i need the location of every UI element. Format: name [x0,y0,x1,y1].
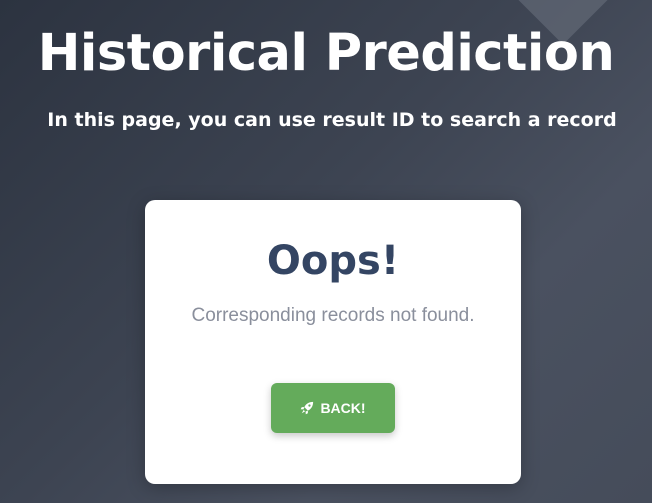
page-title: Historical Prediction [37,24,615,83]
back-button-label: BACK! [320,400,366,416]
page-subtitle: In this page, you can use result ID to s… [47,109,617,131]
not-found-card: Oops! Corresponding records not found. B… [145,200,521,484]
back-button[interactable]: BACK! [271,383,395,433]
card-title: Oops! [266,238,400,284]
page: { "header": { "title": "Historical Predi… [0,0,652,503]
rocket-icon [300,401,314,415]
not-found-message: Corresponding records not found. [191,305,475,326]
